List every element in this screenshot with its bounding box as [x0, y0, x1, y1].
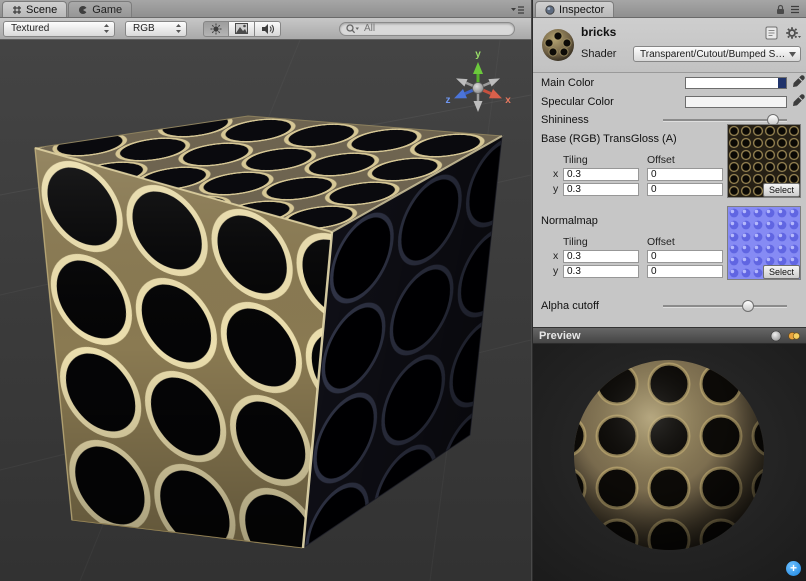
add-button[interactable]: + — [786, 561, 801, 576]
search-input[interactable] — [362, 22, 508, 35]
y-row-label: y — [553, 183, 558, 196]
shader-dropdown[interactable]: Transparent/Cutout/Bumped Spe — [633, 46, 801, 62]
updown-arrow-icon — [103, 23, 110, 34]
base-offset-y-field[interactable] — [647, 183, 723, 196]
normal-tiling-y-field[interactable] — [563, 265, 639, 278]
tab-inspector[interactable]: Inspector — [535, 1, 614, 17]
shader-value: Transparent/Cutout/Bumped Spe — [640, 49, 786, 60]
gizmo-y-label[interactable]: y — [475, 49, 481, 60]
gizmo-z-label[interactable]: z — [446, 95, 451, 106]
unity-editor-window: Scene Game Textured — [0, 0, 806, 581]
base-select-button[interactable]: Select — [763, 183, 800, 197]
preview-title: Preview — [539, 330, 770, 342]
x-row-label: x — [553, 168, 558, 181]
base-tiling-y-field[interactable] — [563, 183, 639, 196]
base-offset-x-field[interactable] — [647, 168, 723, 181]
eyedropper-icon[interactable] — [792, 94, 805, 107]
y-row-label: y — [553, 265, 558, 278]
scene-search[interactable] — [339, 22, 515, 36]
offset-header: Offset — [647, 236, 675, 249]
material-preview-area[interactable]: + — [533, 344, 806, 581]
inspector-icon — [545, 5, 555, 15]
updown-arrow-icon — [175, 23, 182, 34]
inspector-tabbar: Inspector — [533, 0, 806, 18]
tab-game-label: Game — [92, 4, 122, 16]
color-detail — [778, 78, 786, 88]
specular-color-label: Specular Color — [541, 95, 614, 109]
chevron-down-icon — [789, 52, 796, 57]
scene-pane: Scene Game Textured — [0, 0, 531, 581]
offset-header: Offset — [647, 154, 675, 167]
tab-game[interactable]: Game — [68, 1, 132, 17]
normal-tiling-x-field[interactable] — [563, 250, 639, 263]
render-mode-label: RGB — [133, 23, 171, 34]
material-header: bricks Shader Transparent/Cutout/Bumped … — [533, 18, 806, 73]
x-row-label: x — [553, 250, 558, 263]
search-icon — [346, 24, 359, 34]
normal-offset-x-field[interactable] — [647, 250, 723, 263]
main-color-label: Main Color — [541, 76, 594, 90]
scene-toolbar: Textured RGB — [0, 18, 531, 40]
skybox-fx-toggle[interactable] — [229, 21, 255, 37]
tab-scene[interactable]: Scene — [2, 1, 67, 17]
base-texture-thumbnail[interactable]: Select — [727, 124, 801, 198]
scene-viewport[interactable]: y x z — [0, 40, 531, 581]
lock-icon[interactable] — [776, 4, 785, 15]
gear-icon[interactable] — [785, 26, 801, 40]
scene-tabbar: Scene Game — [0, 0, 531, 18]
base-map-label: Base (RGB) TransGloss (A) — [541, 132, 677, 146]
alpha-cutoff-slider[interactable] — [663, 300, 787, 312]
scene-grid-icon — [12, 5, 22, 15]
sun-icon — [210, 23, 222, 35]
alpha-cutoff-label: Alpha cutoff — [541, 299, 599, 313]
shader-label: Shader — [581, 48, 616, 60]
preview-sphere-button[interactable] — [770, 330, 782, 342]
preview-lighting-button[interactable] — [788, 330, 800, 342]
draw-mode-label: Textured — [11, 23, 99, 34]
preview-sphere-render — [533, 344, 806, 581]
inspector-pane: Inspector — [532, 0, 806, 581]
material-name: bricks — [581, 25, 616, 39]
eyedropper-icon[interactable] — [792, 75, 805, 88]
preview-header[interactable]: Preview — [533, 327, 806, 344]
material-preview-icon — [540, 26, 576, 64]
render-mode-dropdown[interactable]: RGB — [125, 21, 187, 37]
tab-inspector-label: Inspector — [559, 4, 604, 16]
panel-menu-icon[interactable] — [790, 5, 800, 14]
tab-scene-label: Scene — [26, 4, 57, 16]
base-tiling-x-field[interactable] — [563, 168, 639, 181]
scene-view-toggles — [203, 21, 281, 37]
normal-offset-y-field[interactable] — [647, 265, 723, 278]
normal-select-button[interactable]: Select — [763, 265, 800, 279]
lighting-toggle[interactable] — [203, 21, 229, 37]
material-inspector: bricks Shader Transparent/Cutout/Bumped … — [533, 18, 806, 327]
help-doc-icon[interactable] — [765, 26, 778, 40]
image-icon — [235, 23, 248, 34]
slider-thumb[interactable] — [742, 300, 754, 312]
gizmo-x-label[interactable]: x — [505, 95, 511, 106]
slider-track — [663, 305, 787, 308]
tiling-header: Tiling — [563, 154, 588, 167]
specular-color-swatch[interactable] — [685, 96, 787, 108]
draw-mode-dropdown[interactable]: Textured — [3, 21, 115, 37]
shininess-label: Shininess — [541, 113, 589, 127]
audio-toggle[interactable] — [255, 21, 281, 37]
game-icon — [78, 5, 88, 15]
normalmap-label: Normalmap — [541, 214, 598, 228]
normalmap-thumbnail[interactable]: Select — [727, 206, 801, 280]
main-color-swatch[interactable] — [685, 77, 787, 89]
panel-menu-icon[interactable] — [511, 5, 525, 15]
speaker-icon — [261, 23, 274, 35]
tiling-header: Tiling — [563, 236, 588, 249]
